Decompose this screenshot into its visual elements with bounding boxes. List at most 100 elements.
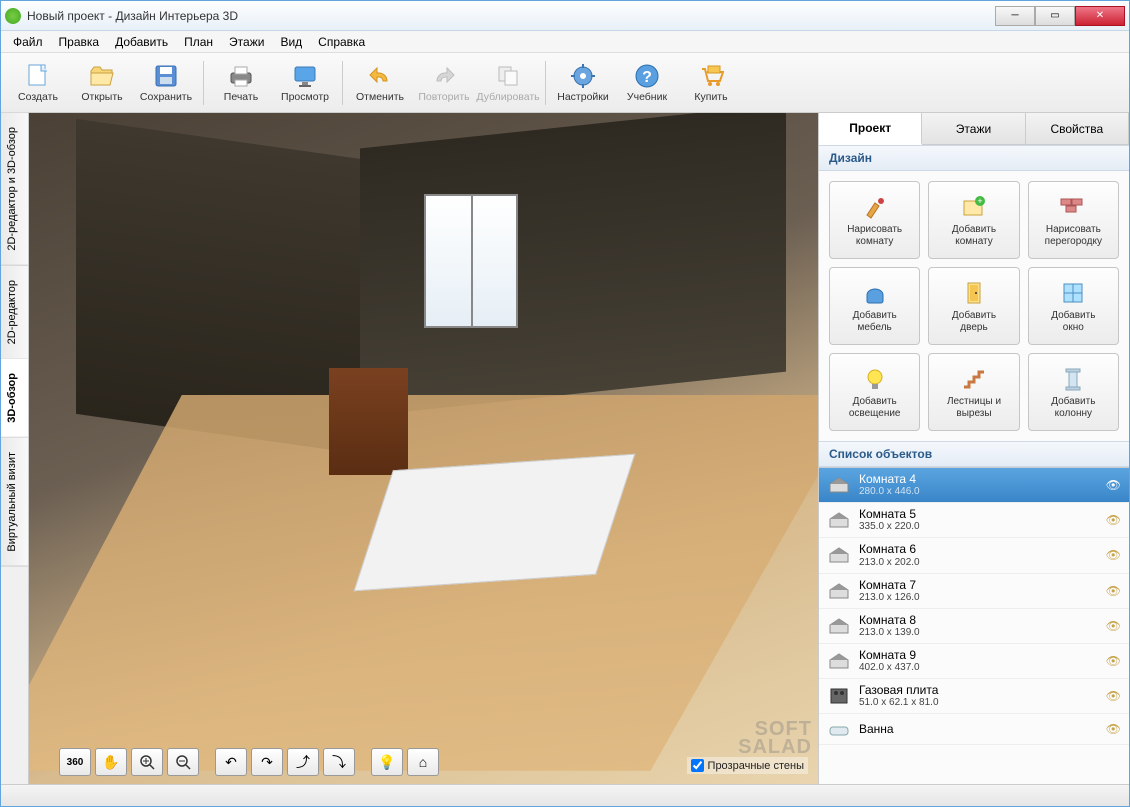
- design-btn-column[interactable]: Добавитьколонну: [1028, 353, 1119, 431]
- object-row[interactable]: Комната 4280.0 x 446.0 👁: [819, 468, 1129, 503]
- tab-properties[interactable]: Свойства: [1026, 113, 1129, 144]
- close-button[interactable]: ✕: [1075, 6, 1125, 26]
- menu-file[interactable]: Файл: [5, 33, 51, 51]
- room-icon: [827, 475, 851, 495]
- objects-header: Список объектов: [819, 441, 1129, 467]
- visibility-icon[interactable]: 👁: [1106, 584, 1121, 598]
- design-btn-label: Добавитьосвещение: [849, 396, 901, 419]
- object-row[interactable]: Комната 6213.0 x 202.0 👁: [819, 538, 1129, 573]
- settings-button[interactable]: Настройки: [552, 56, 614, 110]
- object-row[interactable]: Комната 5335.0 x 220.0 👁: [819, 503, 1129, 538]
- save-button[interactable]: Сохранить: [135, 56, 197, 110]
- design-btn-wall[interactable]: Нарисоватьперегородку: [1028, 181, 1119, 259]
- redo-button[interactable]: Повторить: [413, 56, 475, 110]
- titlebar: Новый проект - Дизайн Интерьера 3D ─ ▭ ✕: [1, 1, 1129, 31]
- zoom-in-button[interactable]: [131, 748, 163, 776]
- design-btn-label: Добавитьокно: [1051, 310, 1095, 333]
- menu-edit[interactable]: Правка: [51, 33, 108, 51]
- wall-icon: [1057, 193, 1089, 221]
- tab-2d-3d[interactable]: 2D-редактор и 3D-обзор: [1, 113, 28, 266]
- menu-add[interactable]: Добавить: [107, 33, 176, 51]
- stairs-icon: [958, 365, 990, 393]
- visibility-icon[interactable]: 👁: [1106, 513, 1121, 527]
- design-btn-add-room[interactable]: +Добавитькомнату: [928, 181, 1019, 259]
- transparent-walls-checkbox[interactable]: Прозрачные стены: [687, 757, 808, 774]
- undo-button[interactable]: Отменить: [349, 56, 411, 110]
- tutorial-button[interactable]: ? Учебник: [616, 56, 678, 110]
- rotate-right-button[interactable]: ↷: [251, 748, 283, 776]
- design-btn-brush[interactable]: Нарисоватькомнату: [829, 181, 920, 259]
- object-name: Ванна: [859, 723, 1098, 736]
- menu-plan[interactable]: План: [176, 33, 221, 51]
- object-row[interactable]: Газовая плита51.0 x 62.1 x 81.0 👁: [819, 679, 1129, 714]
- pan-button[interactable]: ✋: [95, 748, 127, 776]
- visibility-icon[interactable]: 👁: [1106, 689, 1121, 703]
- view-360-button[interactable]: 360: [59, 748, 91, 776]
- light-icon: [859, 365, 891, 393]
- object-dimensions: 213.0 x 139.0: [859, 627, 1098, 638]
- home-view-button[interactable]: ⌂: [407, 748, 439, 776]
- print-button[interactable]: Печать: [210, 56, 272, 110]
- redo-icon: [430, 62, 458, 90]
- open-button[interactable]: Открыть: [71, 56, 133, 110]
- object-row[interactable]: Ванна 👁: [819, 714, 1129, 745]
- design-btn-window[interactable]: Добавитьокно: [1028, 267, 1119, 345]
- tab-2d-editor[interactable]: 2D-редактор: [1, 266, 28, 359]
- zoom-out-button[interactable]: [167, 748, 199, 776]
- 3d-viewport[interactable]: 360 ✋ ↶ ↷ ⤴ ⤵ 💡 ⌂ Прозрачные стены SOFTS…: [29, 113, 819, 784]
- visibility-icon[interactable]: 👁: [1106, 619, 1121, 633]
- menu-floors[interactable]: Этажи: [221, 33, 272, 51]
- settings-label: Настройки: [557, 91, 609, 103]
- scene-placeholder: [29, 113, 818, 784]
- tab-project[interactable]: Проект: [819, 113, 922, 145]
- buy-button[interactable]: Купить: [680, 56, 742, 110]
- preview-button[interactable]: Просмотр: [274, 56, 336, 110]
- column-icon: [1057, 365, 1089, 393]
- design-btn-door[interactable]: Добавитьдверь: [928, 267, 1019, 345]
- tab-virtual-visit[interactable]: Виртуальный визит: [1, 438, 28, 567]
- menu-view[interactable]: Вид: [272, 33, 310, 51]
- visibility-icon[interactable]: 👁: [1106, 548, 1121, 562]
- door-icon: [958, 279, 990, 307]
- rotate-left-button[interactable]: ↶: [215, 748, 247, 776]
- object-name: Газовая плита: [859, 684, 1098, 697]
- menu-help[interactable]: Справка: [310, 33, 373, 51]
- folder-open-icon: [88, 62, 116, 90]
- minimize-button[interactable]: ─: [995, 6, 1035, 26]
- brush-icon: [859, 193, 891, 221]
- tutorial-label: Учебник: [627, 91, 667, 103]
- object-row[interactable]: Комната 7213.0 x 126.0 👁: [819, 574, 1129, 609]
- main-toolbar: Создать Открыть Сохранить Печать Просмот…: [1, 53, 1129, 113]
- viewport-toolbar: 360 ✋ ↶ ↷ ⤴ ⤵ 💡 ⌂: [59, 748, 439, 776]
- toolbar-sep: [342, 61, 343, 105]
- object-row[interactable]: Комната 8213.0 x 139.0 👁: [819, 609, 1129, 644]
- create-button[interactable]: Создать: [7, 56, 69, 110]
- visibility-icon[interactable]: 👁: [1106, 654, 1121, 668]
- duplicate-button[interactable]: Дублировать: [477, 56, 539, 110]
- object-name: Комната 7: [859, 579, 1098, 592]
- visibility-icon[interactable]: 👁: [1106, 478, 1121, 492]
- transparent-walls-input[interactable]: [691, 759, 704, 772]
- tilt-down-button[interactable]: ⤵: [323, 748, 355, 776]
- design-btn-label: Лестницы ивырезы: [947, 396, 1001, 419]
- object-row[interactable]: Комната 9402.0 x 437.0 👁: [819, 644, 1129, 679]
- stove-icon: [827, 686, 851, 706]
- window-title: Новый проект - Дизайн Интерьера 3D: [27, 9, 995, 23]
- visibility-icon[interactable]: 👁: [1106, 722, 1121, 736]
- design-btn-label: Добавитьколонну: [1051, 396, 1095, 419]
- side-panel: Проект Этажи Свойства Дизайн Нарисоватьк…: [819, 113, 1129, 784]
- window-icon: [1057, 279, 1089, 307]
- svg-text:?: ?: [642, 69, 652, 86]
- monitor-icon: [291, 62, 319, 90]
- tab-floors[interactable]: Этажи: [922, 113, 1025, 144]
- duplicate-label: Дублировать: [476, 91, 539, 103]
- tab-3d-view[interactable]: 3D-обзор: [1, 359, 28, 438]
- room-icon: [827, 545, 851, 565]
- object-list[interactable]: Комната 4280.0 x 446.0 👁 Комната 5335.0 …: [819, 467, 1129, 784]
- design-btn-stairs[interactable]: Лестницы ивырезы: [928, 353, 1019, 431]
- design-btn-chair[interactable]: Добавитьмебель: [829, 267, 920, 345]
- design-btn-light[interactable]: Добавитьосвещение: [829, 353, 920, 431]
- lighting-button[interactable]: 💡: [371, 748, 403, 776]
- maximize-button[interactable]: ▭: [1035, 6, 1075, 26]
- tilt-up-button[interactable]: ⤴: [287, 748, 319, 776]
